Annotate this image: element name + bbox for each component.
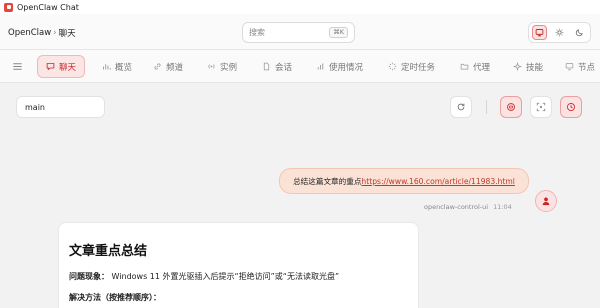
tab-chat[interactable]: 聊天 [37, 55, 86, 78]
tab-sessions-label: 会话 [275, 62, 293, 73]
brain-icon [507, 103, 515, 111]
avatar [535, 190, 557, 212]
document-icon [263, 62, 270, 71]
bar-chart-icon [103, 64, 111, 70]
sun-icon [555, 28, 564, 37]
problem-text: Windows 11 外置光驱插入后提示“拒绝访问”或“无法读取光盘” [111, 272, 340, 281]
solution-label: 解决方法（按推荐顺序）： [69, 293, 161, 302]
assistant-line-solution: 解决方法（按推荐顺序）： [69, 292, 408, 303]
tab-cron[interactable]: 定时任务 [380, 55, 443, 78]
breadcrumb: OpenClaw › 聊天 [8, 27, 76, 39]
problem-label: 问题现象： [69, 272, 109, 281]
message-sender: openclaw-control-ui [424, 203, 489, 211]
tab-overview[interactable]: 概览 [94, 55, 140, 78]
tab-cron-label: 定时任务 [401, 62, 436, 73]
loader-icon [388, 62, 397, 71]
window-title: OpenClaw Chat [17, 2, 79, 12]
session-selector[interactable]: main [16, 96, 105, 118]
theme-switcher [528, 22, 591, 43]
breadcrumb-current: 聊天 [58, 29, 76, 39]
clock-icon [566, 102, 576, 112]
message-time: 11:04 [493, 203, 512, 211]
assistant-line-problem: 问题现象： Windows 11 外置光驱插入后提示“拒绝访问”或“无法读取光盘… [69, 271, 408, 282]
tab-chat-label: 聊天 [59, 62, 77, 73]
refresh-icon [457, 103, 465, 111]
tab-instances[interactable]: 实例 [199, 55, 245, 78]
history-button[interactable] [560, 96, 582, 118]
focus-icon [536, 102, 546, 112]
monitor-icon [565, 63, 574, 71]
user-icon [542, 197, 550, 206]
search-shortcut-badge: ⌘K [329, 27, 348, 38]
tab-channels-label: 频道 [166, 62, 184, 73]
focus-mode-button[interactable] [530, 96, 552, 118]
message-meta: openclaw-control-ui 11:04 [424, 203, 512, 211]
folder-icon [460, 63, 469, 70]
moon-icon [576, 29, 584, 37]
assistant-message-title: 文章重点总结 [69, 244, 148, 259]
window-titlebar: OpenClaw Chat [0, 0, 600, 14]
tab-usage-label: 使用情况 [329, 62, 364, 73]
tab-skills[interactable]: 技能 [505, 55, 551, 78]
tab-overview-label: 概览 [115, 62, 133, 73]
search-input[interactable]: 搜索 ⌘K [242, 22, 355, 43]
link-icon [154, 63, 161, 70]
tab-channels[interactable]: 频道 [145, 55, 191, 78]
top-header: OpenClaw › 聊天 搜索 ⌘K [0, 14, 600, 50]
theme-dark-button[interactable] [572, 25, 587, 40]
theme-system-button[interactable] [531, 25, 547, 40]
chat-icon [46, 63, 55, 71]
user-message-bubble: 总结这篇文章的重点 https://www.160.com/article/119… [279, 168, 529, 194]
tab-usage[interactable]: 使用情况 [308, 55, 371, 78]
user-message-text: 总结这篇文章的重点 [293, 176, 362, 186]
radio-icon [208, 64, 215, 69]
tab-skills-label: 技能 [526, 62, 544, 73]
monitor-icon [535, 29, 543, 37]
tab-instances-label: 实例 [220, 62, 238, 73]
tab-agents[interactable]: 代理 [452, 55, 498, 78]
search-placeholder: 搜索 [249, 28, 265, 37]
toolbar-divider [486, 100, 487, 114]
theme-light-button[interactable] [552, 25, 567, 40]
app-logo-icon [4, 2, 13, 12]
assistant-message-card: 文章重点总结 问题现象： Windows 11 外置光驱插入后提示“拒绝访问”或… [58, 222, 419, 308]
user-message-link[interactable]: https://www.160.com/article/11983.html [361, 177, 515, 186]
breadcrumb-separator: › [53, 28, 57, 38]
tab-sessions[interactable]: 会话 [254, 55, 300, 78]
sparkle-icon [513, 62, 522, 71]
hamburger-menu-icon[interactable] [12, 61, 23, 72]
tab-agents-label: 代理 [473, 62, 491, 73]
refresh-button[interactable] [450, 96, 472, 118]
thinking-toggle-button[interactable] [500, 96, 522, 118]
tab-nodes[interactable]: 节点 [557, 55, 600, 78]
breadcrumb-root[interactable]: OpenClaw [8, 28, 51, 38]
stats-icon [317, 63, 324, 70]
main-nav: 聊天 概览 频道 实例 会话 使用情况 定时任务 代理 技能 节点 [0, 50, 600, 83]
tab-nodes-label: 节点 [578, 62, 596, 73]
